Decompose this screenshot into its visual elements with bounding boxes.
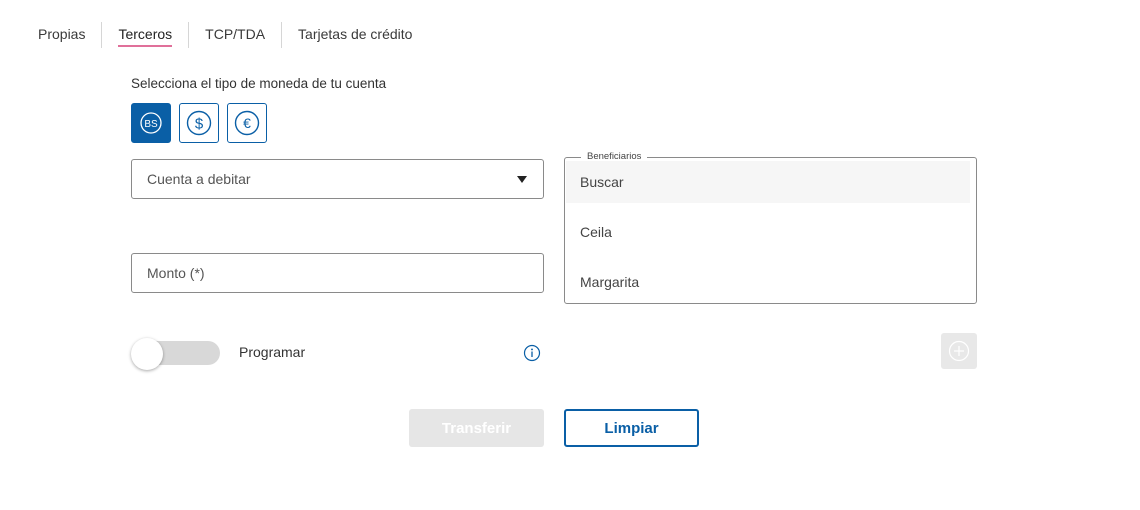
beneficiario-name: Margarita [580,274,640,290]
search-placeholder: Buscar [580,174,624,190]
plus-circle-icon [948,340,970,362]
chevron-down-icon [517,176,527,183]
tab-label: Tarjetas de crédito [298,26,413,42]
tab-label: Terceros [118,26,173,47]
currency-bs-button[interactable]: BS [131,103,171,143]
svg-text:BS: BS [144,119,158,130]
tab-tcp-tda[interactable]: TCP/TDA [188,22,281,48]
tab-propias[interactable]: Propias [22,22,101,48]
programar-label: Programar [239,344,306,360]
tab-label: Propias [38,26,86,42]
programar-toggle[interactable] [131,338,221,370]
toggle-knob [131,338,163,370]
currency-usd-button[interactable]: $ [179,103,219,143]
beneficiarios-search-input[interactable]: Buscar [566,161,970,203]
transfer-tabs: Propias Terceros TCP/TDA Tarjetas de cré… [22,22,428,48]
dollar-icon: $ [186,110,212,136]
cuenta-a-debitar-select[interactable]: Cuenta a debitar [131,159,544,199]
transferir-button[interactable]: Transferir [409,409,544,447]
beneficiario-item[interactable]: Margarita [566,261,970,303]
beneficiario-item[interactable]: Ceila [566,211,970,253]
tab-label: TCP/TDA [205,26,266,42]
limpiar-button[interactable]: Limpiar [564,409,699,447]
tab-terceros[interactable]: Terceros [101,22,188,48]
cuenta-a-debitar-label: Cuenta a debitar [147,171,251,187]
svg-text:$: $ [195,116,204,133]
monto-label: Monto (*) [147,265,205,281]
currency-eur-button[interactable]: € [227,103,267,143]
euro-icon: € [234,110,260,136]
bolivar-icon: BS [140,112,162,134]
svg-text:€: € [243,115,251,131]
monto-input[interactable]: Monto (*) [131,253,544,293]
add-beneficiary-button[interactable] [941,333,977,369]
info-icon[interactable] [523,344,541,362]
tab-tarjetas-de-credito[interactable]: Tarjetas de crédito [281,22,428,48]
beneficiario-name: Ceila [580,224,612,240]
beneficiarios-panel: Beneficiarios Buscar Ceila Margarita [564,151,977,304]
currency-label: Selecciona el tipo de moneda de tu cuent… [131,76,387,91]
